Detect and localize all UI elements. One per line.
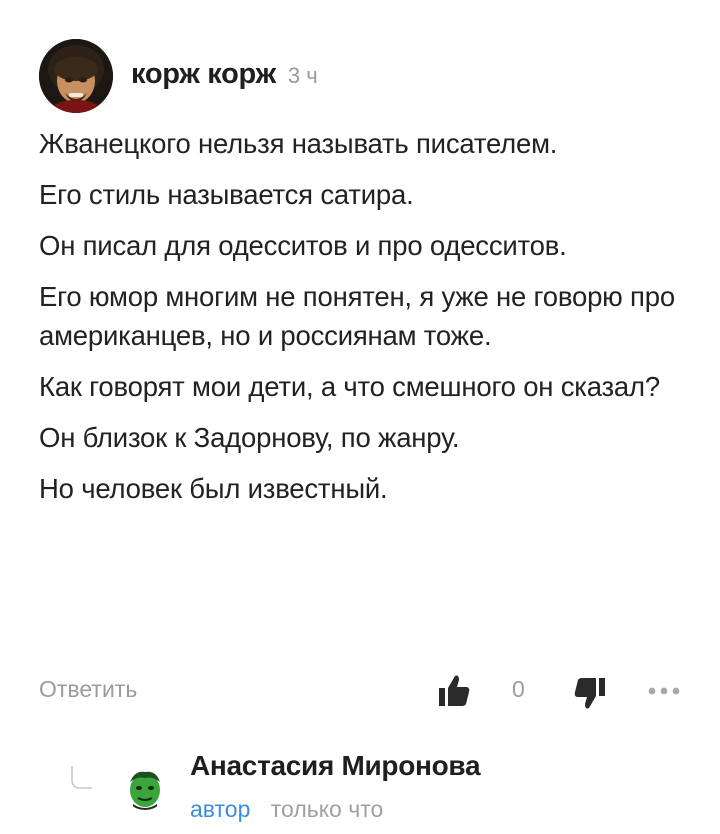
reply-meta: автор только что	[190, 796, 383, 823]
comment-paragraph: Его юмор многим не понятен, я уже не гов…	[39, 281, 675, 351]
thumbs-up-icon[interactable]	[437, 672, 471, 708]
comment-header: корж корж 3 ч	[131, 58, 318, 91]
avatar-photo-icon	[123, 766, 167, 810]
vote-count: 0	[512, 676, 525, 702]
comment-body: Жванецкого нельзя называть писателем. Ег…	[39, 124, 689, 520]
reply-connector-icon	[70, 766, 92, 790]
comment-card: корж корж 3 ч Жванецкого нельзя называть…	[0, 0, 720, 834]
comment-paragraph: Жванецкого нельзя называть писателем.	[39, 128, 558, 159]
comment-paragraph: Его стиль называется сатира.	[39, 179, 414, 210]
reply-author-name[interactable]: Анастасия Миронова	[190, 750, 481, 782]
avatar-photo-icon	[39, 39, 113, 113]
comment-time: 3 ч	[287, 63, 318, 88]
reply-avatar[interactable]	[123, 766, 167, 810]
comment-actions: Ответить 0	[39, 672, 684, 712]
thumbs-down-icon[interactable]	[573, 676, 607, 712]
author-name[interactable]: корж корж	[131, 58, 276, 91]
reply-button[interactable]: Ответить	[39, 676, 137, 703]
comment-paragraph: Он писал для одесситов и про одесситов.	[39, 230, 567, 261]
comment-paragraph: Как говорят мои дети, а что смешного он …	[39, 371, 660, 402]
comment-paragraph: Но человек был известный.	[39, 473, 388, 504]
comment-paragraph: Он близок к Задорнову, по жанру.	[39, 422, 460, 453]
avatar[interactable]	[39, 39, 113, 113]
author-badge: автор	[190, 796, 251, 822]
more-dots-icon[interactable]	[647, 684, 681, 696]
reply-time: только что	[270, 796, 384, 822]
